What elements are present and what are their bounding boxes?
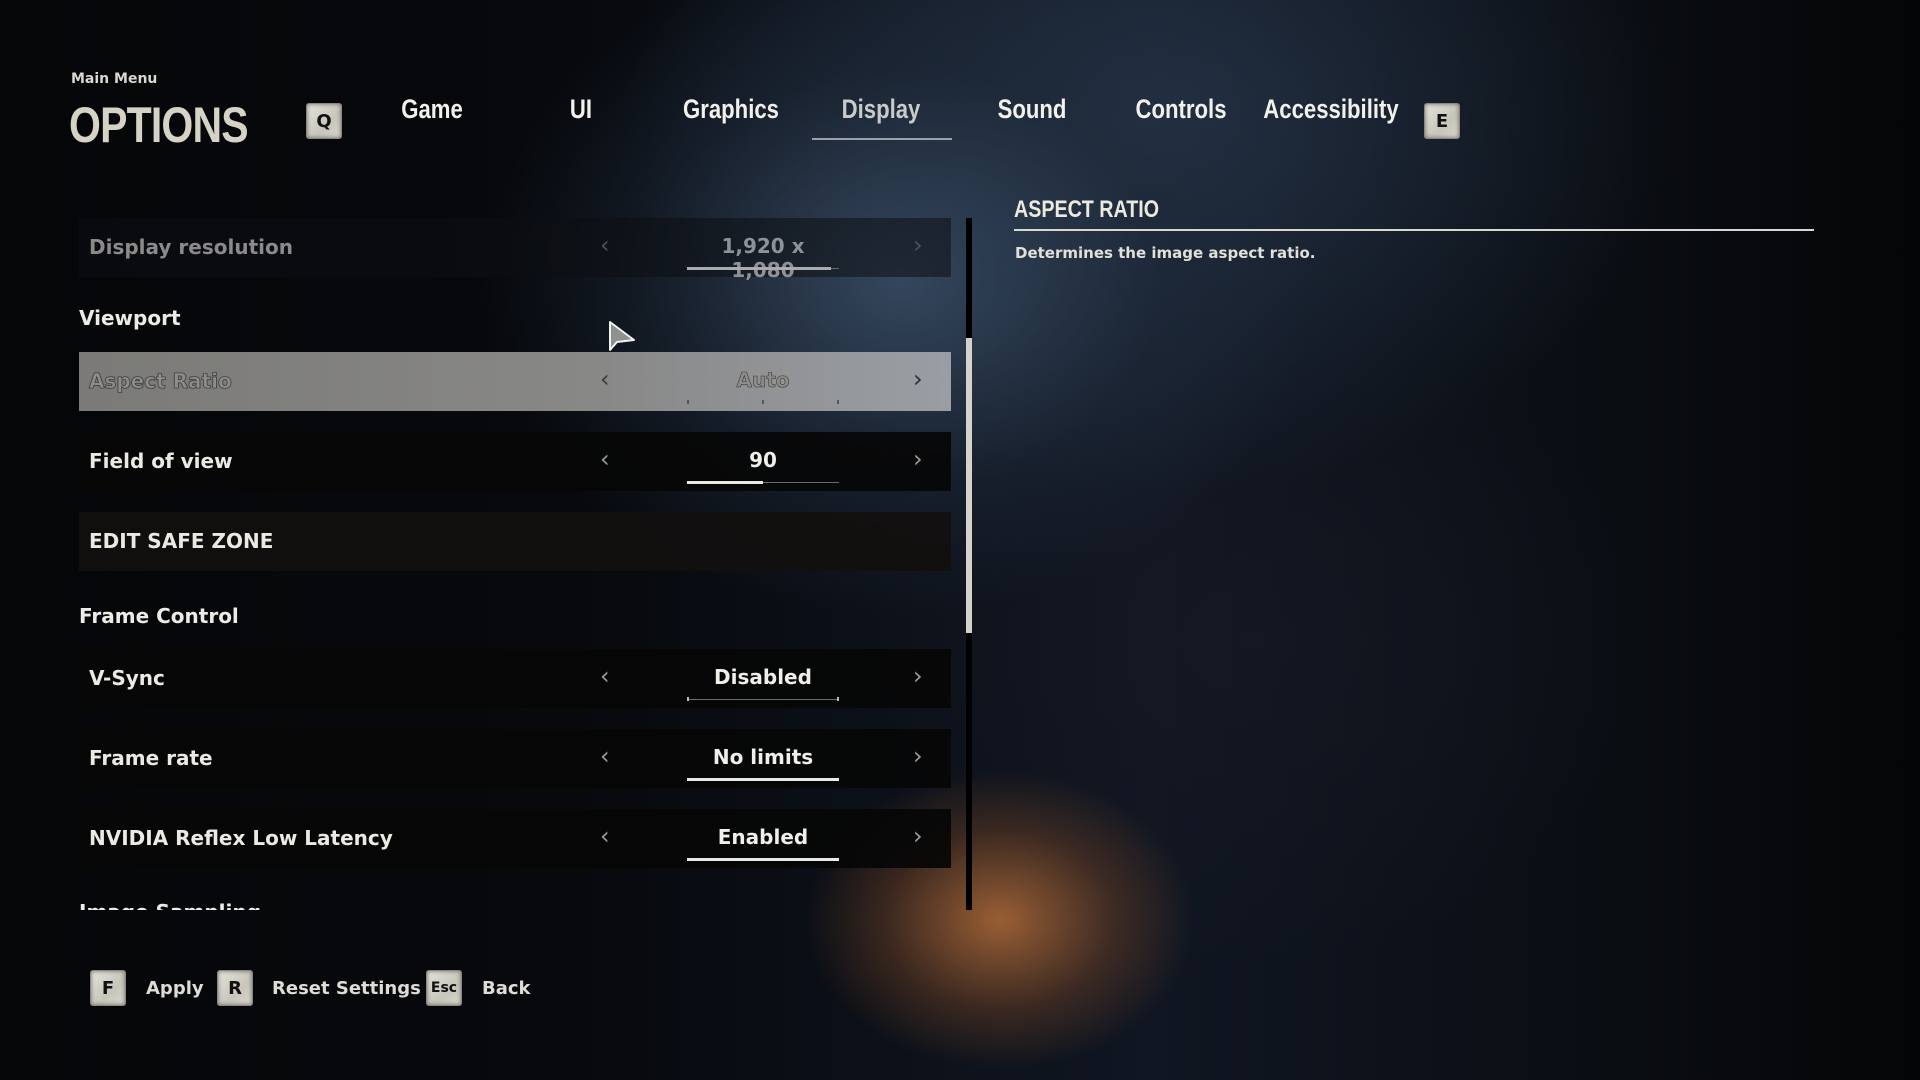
tab-game[interactable]: Game [401,94,463,125]
tab-accessibility[interactable]: Accessibility [1263,94,1398,125]
slider-fill [687,481,763,484]
tab-graphics[interactable]: Graphics [683,94,779,125]
setting-label: Field of view [89,449,233,473]
chevron-right-icon[interactable]: › [913,822,923,850]
chevron-right-icon[interactable]: › [913,445,923,473]
reset-settings-button[interactable]: Reset Settings [272,978,421,999]
info-panel-divider [1014,229,1814,231]
option-indicator-track [687,267,839,270]
chevron-right-icon[interactable]: › [913,662,923,690]
mouse-cursor-icon [609,321,635,351]
option-tick [687,400,689,404]
chevron-left-icon[interactable]: ‹ [600,662,610,690]
apply-button[interactable]: Apply [146,978,204,999]
scrollbar-thumb[interactable] [966,338,972,633]
option-indicator-track [687,858,839,861]
active-tab-underline [812,138,952,140]
clipped-heading-text: Image Sampling [79,900,279,910]
section-heading-frame-control: Frame Control [79,604,239,628]
setting-value: 90 [749,448,777,472]
tab-sound[interactable]: Sound [998,94,1067,125]
info-panel-description: Determines the image aspect ratio. [1015,244,1316,262]
option-tick [687,697,689,701]
option-indicator-fill [687,778,839,781]
setting-value: Enabled [717,825,809,849]
chevron-left-icon[interactable]: ‹ [600,822,610,850]
tab-ui[interactable]: UI [570,94,592,125]
chevron-right-icon[interactable]: › [913,365,923,393]
setting-label: Display resolution [89,235,293,259]
chevron-right-icon[interactable]: › [913,742,923,770]
setting-aspect-ratio[interactable]: Aspect Ratio ‹ Auto › [79,352,951,411]
edit-safe-zone-button[interactable]: EDIT SAFE ZONE [79,512,951,571]
breadcrumb-main-menu[interactable]: Main Menu [71,71,157,87]
apply-key-f[interactable]: F [90,970,126,1006]
section-heading-clipped: Image Sampling [79,900,279,910]
setting-label: NVIDIA Reflex Low Latency [89,826,393,850]
setting-value: No limits [712,745,814,769]
setting-label: V-Sync [89,666,165,690]
chevron-left-icon[interactable]: ‹ [600,742,610,770]
section-heading-viewport: Viewport [79,306,181,330]
setting-nvidia-reflex[interactable]: NVIDIA Reflex Low Latency ‹ Enabled › [79,809,951,868]
back-button[interactable]: Back [482,978,531,999]
chevron-left-icon[interactable]: ‹ [600,445,610,473]
option-indicator-fill [687,858,839,861]
button-label: EDIT SAFE ZONE [89,529,274,553]
setting-frame-rate[interactable]: Frame rate ‹ No limits › [79,729,951,788]
option-indicator-fill [687,267,832,270]
setting-label: Aspect Ratio [89,369,232,394]
back-key-esc[interactable]: Esc [426,970,462,1006]
slider-track[interactable] [687,481,839,484]
setting-value: Auto [736,368,790,393]
prev-tab-key-q[interactable]: Q [306,103,342,139]
option-tick [837,697,839,701]
option-indicator-track [687,400,839,404]
page-title: OPTIONS [69,97,249,153]
chevron-left-icon[interactable]: ‹ [600,231,610,259]
next-tab-key-e[interactable]: E [1424,103,1460,139]
option-indicator-track [687,697,839,701]
option-tick [837,400,839,404]
tab-display[interactable]: Display [842,94,921,125]
chevron-right-icon[interactable]: › [913,231,923,259]
setting-vsync[interactable]: V-Sync ‹ Disabled › [79,649,951,708]
reset-key-r[interactable]: R [217,970,253,1006]
tab-controls[interactable]: Controls [1135,94,1226,125]
option-tick [762,400,764,404]
setting-value: 1,920 x 1,080 [721,234,805,282]
setting-value: Disabled [714,665,812,689]
info-panel-title: ASPECT RATIO [1014,196,1160,223]
chevron-left-icon[interactable]: ‹ [600,365,610,393]
setting-label: Frame rate [89,746,213,770]
setting-display-resolution[interactable]: Display resolution ‹ 1,920 x 1,080 › [79,218,951,282]
option-indicator-track [687,778,839,781]
setting-field-of-view[interactable]: Field of view ‹ 90 › [79,432,951,491]
